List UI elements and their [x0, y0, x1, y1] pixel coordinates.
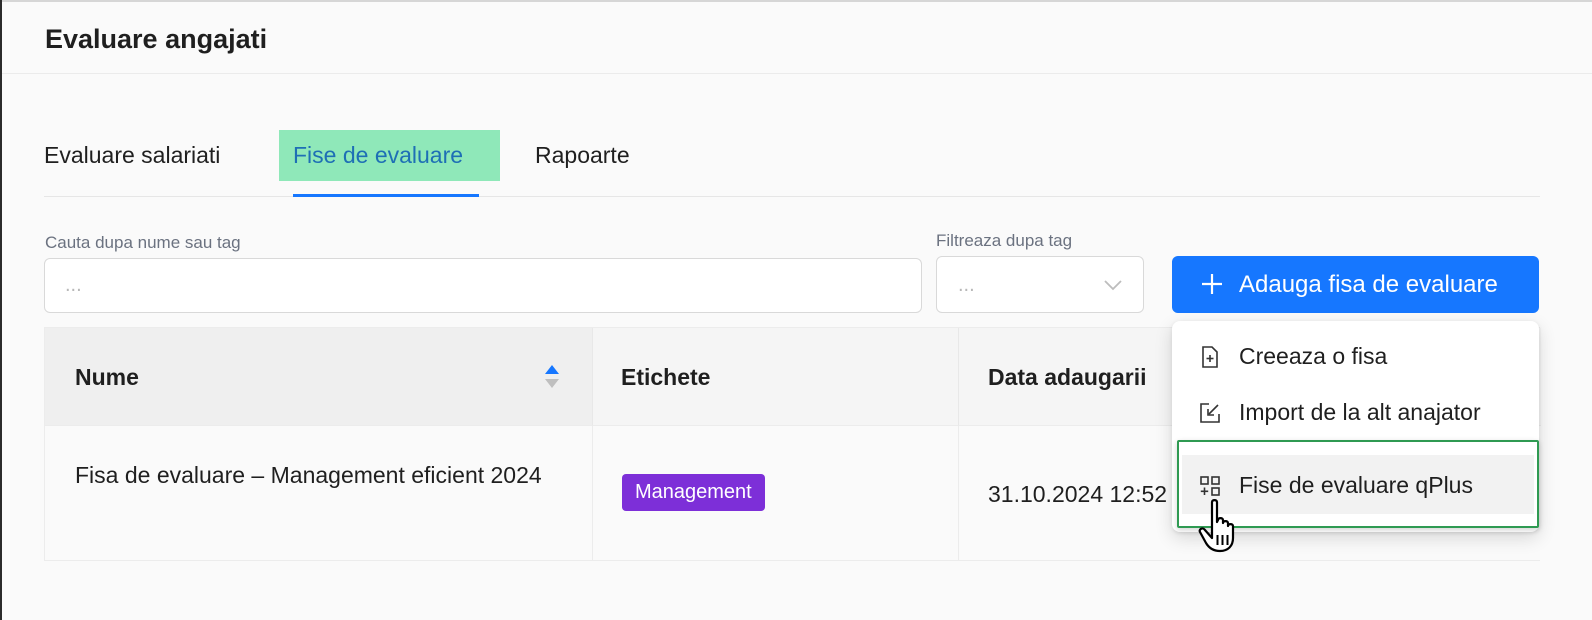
menu-item-import[interactable]: Import de la alt anajator — [1172, 387, 1539, 439]
page-title: Evaluare angajati — [45, 24, 268, 54]
file-add-icon — [1202, 346, 1218, 368]
plus-icon — [1202, 274, 1222, 294]
tag-filter-placeholder: ... — [958, 274, 975, 296]
column-header-nume[interactable]: Nume — [45, 328, 592, 426]
sort-icon[interactable] — [543, 363, 561, 391]
tab-rapoarte[interactable]: Rapoarte — [535, 130, 630, 181]
column-header-label: Data adaugarii — [988, 364, 1147, 390]
tab-bar: Evaluare salariati Fise de evaluare Rapo… — [44, 130, 1540, 197]
page-header: Evaluare angajati — [2, 2, 1592, 74]
add-evaluation-form-button[interactable]: Adauga fisa de evaluare — [1172, 256, 1539, 313]
tag-filter-select[interactable]: ... — [936, 256, 1144, 313]
search-label: Cauta dupa nume sau tag — [45, 233, 241, 252]
menu-item-label: Creeaza o fisa — [1239, 343, 1388, 369]
table-cell-tags: Management — [592, 426, 959, 560]
tab-fise-de-evaluare[interactable]: Fise de evaluare — [279, 130, 500, 181]
menu-item-create-form[interactable]: Creeaza o fisa — [1172, 331, 1539, 383]
active-tab-indicator — [293, 194, 479, 197]
row-name[interactable]: Fisa de evaluare – Management eficient 2… — [75, 456, 555, 495]
chevron-down-icon — [1104, 280, 1122, 291]
window-left-edge — [0, 0, 2, 620]
column-header-label: Etichete — [621, 364, 711, 390]
row-date: 31.10.2024 12:52 — [988, 481, 1168, 507]
table-cell-name[interactable]: Fisa de evaluare – Management eficient 2… — [45, 426, 592, 560]
tab-evaluare-salariati[interactable]: Evaluare salariati — [44, 130, 220, 181]
tag-filter-label: Filtreaza dupa tag — [936, 231, 1073, 250]
menu-item-label: Import de la alt anajator — [1239, 399, 1481, 425]
column-header-label: Nume — [75, 364, 139, 390]
hand-pointer-icon — [1198, 499, 1235, 553]
search-input[interactable] — [44, 258, 922, 313]
add-button-label: Adauga fisa de evaluare — [1239, 271, 1498, 298]
column-header-etichete: Etichete — [592, 328, 959, 426]
tag-badge: Management — [622, 474, 765, 511]
import-icon — [1200, 403, 1220, 423]
